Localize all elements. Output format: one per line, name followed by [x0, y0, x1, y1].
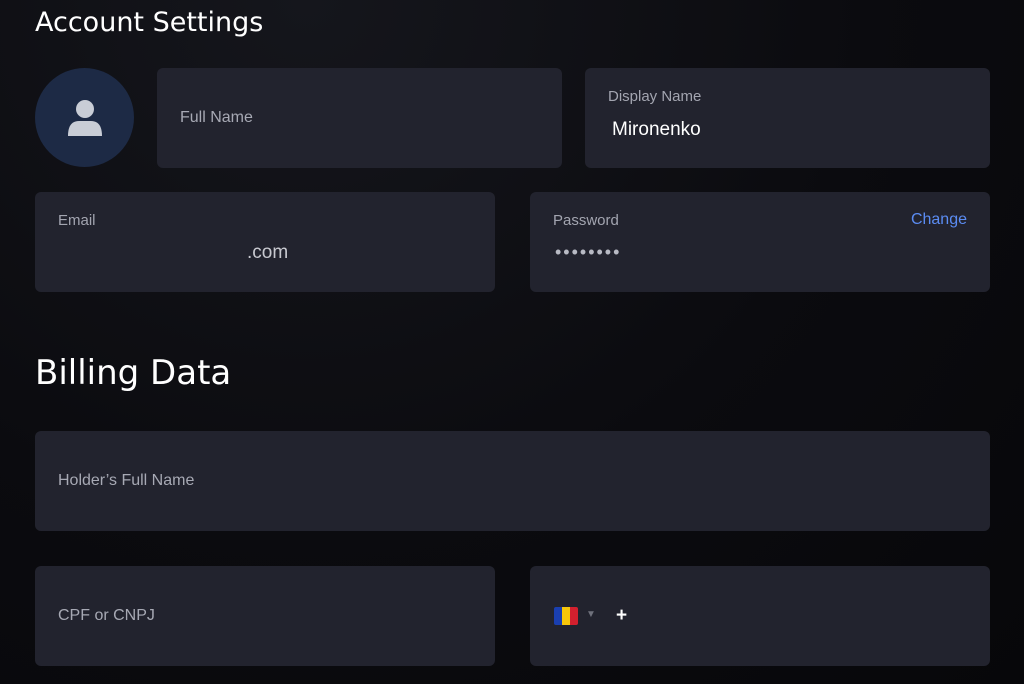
- display-name-field[interactable]: Display Name Mironenko: [585, 68, 990, 168]
- password-value: ••••••••: [555, 242, 622, 262]
- avatar[interactable]: [35, 68, 134, 167]
- caret-down-icon[interactable]: ▼: [586, 609, 596, 620]
- password-label: Password: [553, 212, 619, 229]
- account-settings-page: Account Settings Full Name Display Name …: [0, 0, 1024, 684]
- user-icon: [67, 99, 102, 136]
- cpf-cnpj-field[interactable]: CPF or CNPJ: [35, 566, 495, 666]
- phone-prefix: +: [616, 605, 628, 626]
- account-settings-title: Account Settings: [35, 7, 264, 38]
- change-password-link[interactable]: Change: [911, 211, 967, 229]
- display-name-label: Display Name: [608, 88, 702, 105]
- email-field[interactable]: Email .com: [35, 192, 495, 292]
- full-name-placeholder: Full Name: [180, 109, 253, 126]
- phone-field[interactable]: ▼ +: [530, 566, 990, 666]
- password-field[interactable]: Password Change ••••••••: [530, 192, 990, 292]
- holder-full-name-placeholder: Holder’s Full Name: [58, 472, 195, 489]
- email-value: .com: [247, 242, 289, 263]
- flag-andorra-icon[interactable]: [554, 607, 578, 625]
- billing-data-title: Billing Data: [35, 353, 232, 393]
- full-name-field[interactable]: Full Name: [157, 68, 562, 168]
- cpf-cnpj-placeholder: CPF or CNPJ: [58, 607, 155, 624]
- holder-full-name-field[interactable]: Holder’s Full Name: [35, 431, 990, 531]
- email-label: Email: [58, 212, 96, 229]
- display-name-value: Mironenko: [612, 119, 701, 140]
